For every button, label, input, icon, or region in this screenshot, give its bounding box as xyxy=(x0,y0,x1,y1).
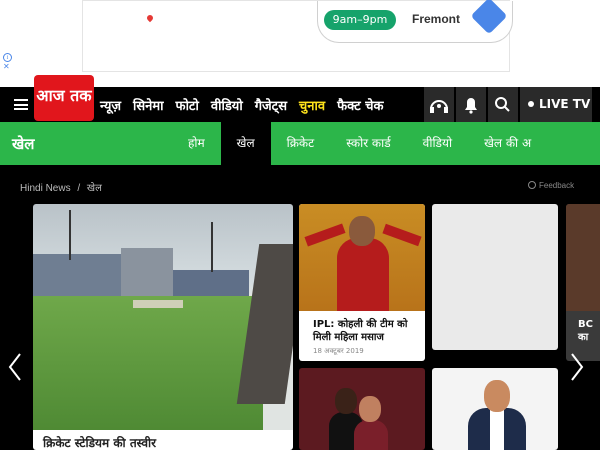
breadcrumb: Hindi News / खेल xyxy=(20,180,106,194)
featured-story-caption: क्रिकेट स्टेडियम की तस्वीर xyxy=(33,430,293,450)
story-title-partial: BC का xyxy=(578,319,593,343)
section-tabs: होम खेल क्रिकेट स्कोर कार्ड वीडियो खेल की अ xyxy=(172,122,547,165)
nav-item[interactable]: फोटो xyxy=(176,96,199,114)
nav-item[interactable]: गैजेट्स xyxy=(255,96,287,114)
story-card-couple[interactable] xyxy=(299,368,425,450)
live-tv-button[interactable]: LIVE TV xyxy=(520,87,592,122)
hamburger-menu-icon[interactable] xyxy=(14,99,28,110)
feedback-icon xyxy=(528,181,536,189)
ad-banner[interactable]: 9am–9pm Fremont xyxy=(82,0,513,72)
live-dot-icon xyxy=(528,101,534,107)
map-pin-icon xyxy=(145,13,155,23)
section-tab[interactable]: क्रिकेट xyxy=(271,122,331,165)
nav-menu: न्यूज़ सिनेमा फोटो वीडियो गैजेट्स चुनाव फैक्ट … xyxy=(100,87,396,122)
section-title: खेल xyxy=(12,135,35,153)
ad-close-icon[interactable]: ✕ xyxy=(3,62,10,71)
podcast-icon xyxy=(430,100,448,113)
story-card-ganguly[interactable] xyxy=(432,368,558,450)
top-navigation: आज तक न्यूज़ सिनेमा फोटो वीडियो गैजेट्स चुनाव… xyxy=(0,75,600,122)
section-tab[interactable]: स्कोर कार्ड xyxy=(330,122,406,165)
chevron-right-icon[interactable] xyxy=(570,352,584,382)
ad-time-badge: 9am–9pm xyxy=(324,10,396,30)
feedback-label: Feedback xyxy=(539,181,575,190)
page-root: 9am–9pm Fremont i ✕ आज तक न्यूज़ सिनेमा फो… xyxy=(0,0,600,450)
breadcrumb-separator: / xyxy=(77,183,81,194)
kohli-image xyxy=(299,204,425,311)
nav-item[interactable]: चुनाव xyxy=(299,96,325,114)
bell-icon xyxy=(465,98,477,114)
nav-item[interactable]: सिनेमा xyxy=(133,96,164,114)
logo-text: आज तक xyxy=(36,86,92,105)
section-tab[interactable]: वीडियो xyxy=(407,122,468,165)
ad-city-label: Fremont xyxy=(412,12,460,26)
story-card-kohli[interactable]: IPL: कोहली की टीम को मिली महिला मसाज 18 … xyxy=(299,204,425,361)
ad-info-icon[interactable]: i xyxy=(3,53,12,62)
breadcrumb-home[interactable]: Hindi News xyxy=(20,183,71,194)
search-button[interactable] xyxy=(488,87,518,122)
nav-item[interactable]: वीडियो xyxy=(211,96,243,114)
feedback-link[interactable]: Feedback xyxy=(528,181,574,190)
notification-button[interactable] xyxy=(456,87,486,122)
story-card-partial[interactable]: BC का xyxy=(566,204,600,361)
story-card-loading[interactable] xyxy=(432,204,558,350)
featured-story-title: क्रिकेट स्टेडियम की तस्वीर xyxy=(43,436,157,450)
chevron-left-icon[interactable] xyxy=(8,352,22,382)
nav-item[interactable]: फैक्ट चेक xyxy=(337,96,383,114)
story-title: IPL: कोहली की टीम को मिली महिला मसाज xyxy=(313,319,408,343)
stadium-image xyxy=(33,204,293,430)
podcast-button[interactable] xyxy=(424,87,454,122)
breadcrumb-current[interactable]: खेल xyxy=(87,183,102,194)
featured-story-card[interactable]: क्रिकेट स्टेडियम की तस्वीर xyxy=(33,204,293,450)
live-tv-label: LIVE TV xyxy=(539,97,591,111)
search-icon xyxy=(495,97,510,112)
ad-area: 9am–9pm Fremont i ✕ xyxy=(0,0,600,87)
ad-store-hours[interactable]: 9am–9pm Fremont xyxy=(317,0,513,43)
directions-icon[interactable] xyxy=(470,0,508,35)
story-image xyxy=(566,204,600,311)
story-date: 18 अक्टूबर 2019 xyxy=(313,347,364,355)
section-tab[interactable]: होम xyxy=(172,122,221,165)
aajtak-logo[interactable]: आज तक xyxy=(34,75,94,121)
section-tab[interactable]: खेल xyxy=(220,122,271,165)
section-tab[interactable]: खेल की अ xyxy=(468,122,547,165)
nav-item[interactable]: न्यूज़ xyxy=(100,96,121,114)
section-bar: खेल होम खेल क्रिकेट स्कोर कार्ड वीडियो खेल की… xyxy=(0,122,600,165)
